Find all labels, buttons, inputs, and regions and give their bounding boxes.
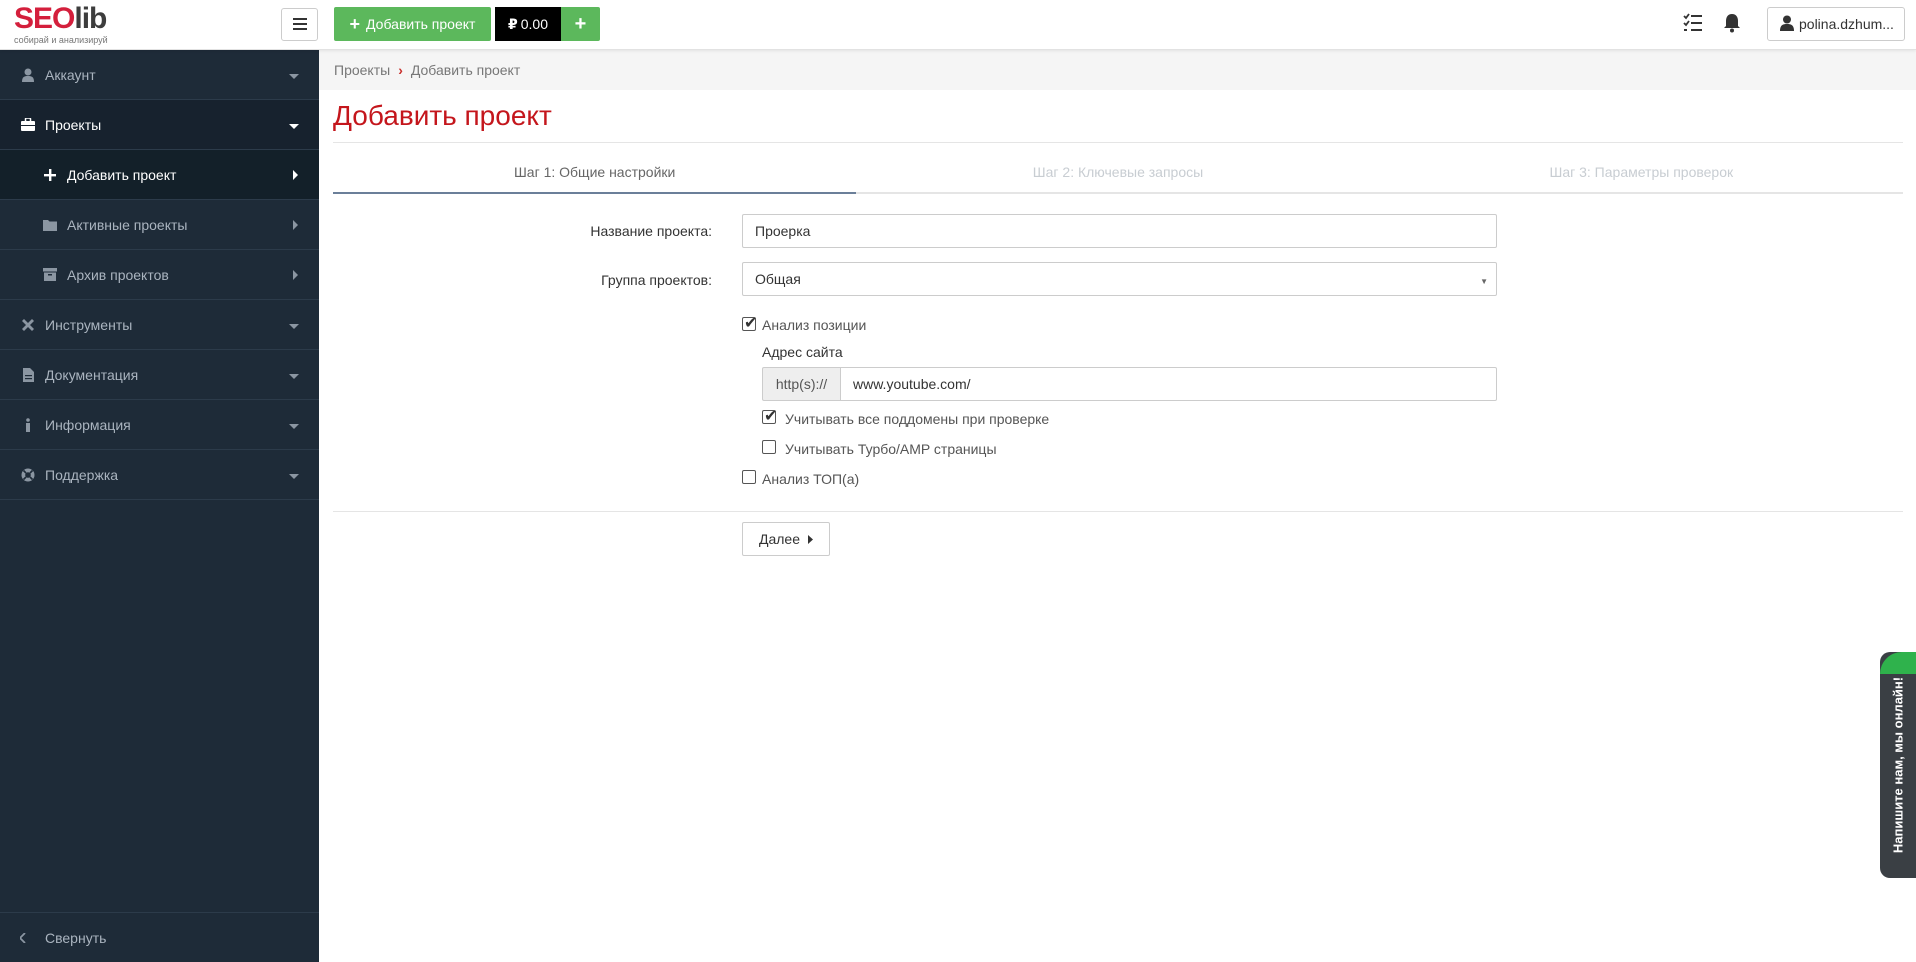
hamburger-icon xyxy=(292,17,307,33)
site-address-label: Адрес сайта xyxy=(762,344,843,360)
sidebar-item-label: Документация xyxy=(45,366,139,383)
sidebar-item-label: Поддержка xyxy=(45,466,119,483)
caret-down-icon xyxy=(289,117,299,133)
caret-down-icon xyxy=(289,367,299,383)
site-prefix-addon: http(s):// xyxy=(762,367,840,401)
sidebar-item-label: Инструменты xyxy=(45,316,133,333)
chevron-left-icon xyxy=(18,930,26,946)
caret-right-icon xyxy=(293,267,299,283)
archive-icon xyxy=(42,268,58,281)
checkmark-icon: ✔ xyxy=(744,315,758,332)
sidebar-item-label: Информация xyxy=(45,416,131,433)
next-button[interactable]: Далее xyxy=(742,522,830,556)
balance-value: 0.00 xyxy=(520,16,548,32)
sidebar-item-archive[interactable]: Архив проектов xyxy=(0,250,319,300)
sidebar-item-label: Добавить проект xyxy=(67,166,177,183)
turbo-amp-checkbox[interactable] xyxy=(762,440,776,454)
sidebar-item-label: Активные проекты xyxy=(67,216,188,233)
notification-bell-icon[interactable] xyxy=(1722,12,1744,36)
sidebar-item-information[interactable]: Информация xyxy=(0,400,319,450)
tools-icon xyxy=(20,318,36,332)
top-analysis-checkbox[interactable] xyxy=(742,470,756,484)
divider xyxy=(333,142,1903,143)
collapse-label: Свернуть xyxy=(45,929,107,946)
task-list-icon[interactable] xyxy=(1682,12,1704,36)
caret-right-icon xyxy=(293,167,299,183)
sidebar-item-documentation[interactable]: Документация xyxy=(0,350,319,400)
plus-icon xyxy=(42,168,58,181)
turbo-amp-label: Учитывать Турбо/AMP страницы xyxy=(785,441,997,457)
project-group-value: Общая xyxy=(755,271,801,287)
caret-down-icon xyxy=(289,67,299,83)
breadcrumb-current: Добавить проект xyxy=(410,62,521,78)
user-icon xyxy=(20,68,36,82)
sidebar-item-label: Проекты xyxy=(45,116,102,133)
chat-label: Напишите нам, мы онлайн! xyxy=(1890,676,1906,854)
step-tab-checks[interactable]: Шаг 3: Параметры проверок xyxy=(1379,158,1903,194)
topup-button[interactable]: + xyxy=(561,7,600,41)
add-project-label: Добавить проект xyxy=(366,16,476,32)
user-name: polina.dzhum... xyxy=(1799,16,1894,32)
user-menu-button[interactable]: polina.dzhum... xyxy=(1767,7,1905,41)
caret-down-icon xyxy=(289,417,299,433)
page-title: Добавить проект xyxy=(333,100,552,131)
breadcrumb-separator-icon: › xyxy=(398,62,403,78)
ruble-icon: ₽ xyxy=(508,15,518,32)
sidebar-item-projects[interactable]: Проекты xyxy=(0,100,319,150)
project-group-label: Группа проектов: xyxy=(601,272,712,288)
top-bar: SEOlib собирай и анализируй + Добавить п… xyxy=(0,0,1916,50)
logo-tagline: собирай и анализируй xyxy=(14,35,108,45)
sidebar-item-support[interactable]: Поддержка xyxy=(0,450,319,500)
sidebar-collapse-button[interactable]: Свернуть xyxy=(0,912,319,962)
project-group-select[interactable]: Общая ▼ xyxy=(742,262,1497,296)
next-label: Далее xyxy=(758,531,800,547)
add-project-button[interactable]: + Добавить проект xyxy=(334,7,491,41)
briefcase-icon xyxy=(20,118,36,131)
caret-down-icon: ▼ xyxy=(1480,277,1488,286)
balance-display: ₽ 0.00 xyxy=(495,7,561,41)
sidebar-item-active-projects[interactable]: Активные проекты xyxy=(0,200,319,250)
breadcrumb-link-projects[interactable]: Проекты xyxy=(334,62,390,78)
top-analysis-label: Анализ ТОП(а) xyxy=(762,471,860,487)
caret-down-icon xyxy=(289,467,299,483)
subdomains-label: Учитывать все поддомены при проверке xyxy=(785,411,1050,427)
logo[interactable]: SEOlib собирай и анализируй xyxy=(14,4,126,46)
step-tab-general[interactable]: Шаг 1: Общие настройки xyxy=(333,158,857,194)
plus-icon: + xyxy=(349,13,361,34)
divider xyxy=(333,511,1903,512)
sidebar-item-account[interactable]: Аккаунт xyxy=(0,50,319,100)
user-icon xyxy=(1780,15,1794,34)
menu-toggle-button[interactable] xyxy=(281,8,318,41)
logo-seo-text: SEO xyxy=(14,2,75,35)
plus-icon: + xyxy=(574,12,587,35)
online-indicator xyxy=(1880,652,1916,674)
step-tab-keywords[interactable]: Шаг 2: Ключевые запросы xyxy=(856,158,1380,194)
breadcrumb: Проекты › Добавить проект xyxy=(319,50,1916,90)
subdomains-checkbox[interactable]: ✔ xyxy=(762,408,777,425)
site-url-input[interactable]: www.youtube.com/ xyxy=(840,367,1497,401)
project-name-input[interactable]: Проерка xyxy=(742,214,1497,248)
caret-down-icon xyxy=(289,317,299,333)
document-icon xyxy=(20,367,36,382)
folder-icon xyxy=(42,219,58,231)
chat-widget[interactable]: Напишите нам, мы онлайн! xyxy=(1880,652,1916,878)
sidebar: Аккаунт Проекты Добавить проект Активные… xyxy=(0,50,319,962)
sidebar-item-add-project[interactable]: Добавить проект xyxy=(0,150,319,200)
checkmark-icon: ✔ xyxy=(764,408,778,425)
support-icon xyxy=(20,468,36,482)
sidebar-item-label: Аккаунт xyxy=(45,66,96,83)
project-name-label: Название проекта: xyxy=(590,223,712,239)
caret-right-icon xyxy=(293,217,299,233)
position-analysis-checkbox[interactable]: ✔ xyxy=(742,315,757,332)
position-analysis-label: Анализ позиции xyxy=(762,317,867,333)
caret-right-icon xyxy=(808,531,813,547)
sidebar-item-label: Архив проектов xyxy=(67,266,169,283)
sidebar-item-tools[interactable]: Инструменты xyxy=(0,300,319,350)
logo-lib-text: lib xyxy=(74,2,107,35)
info-icon xyxy=(20,417,36,432)
wizard-steps: Шаг 1: Общие настройки Шаг 2: Ключевые з… xyxy=(333,158,1903,194)
